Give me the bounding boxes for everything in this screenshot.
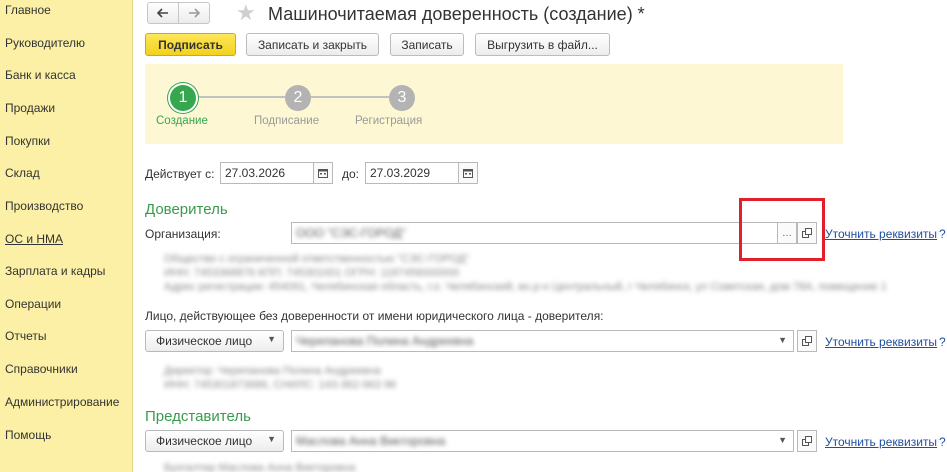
sidebar-item-main[interactable]: Главное — [5, 3, 51, 17]
valid-to-input[interactable]: 27.03.2029 — [365, 162, 463, 184]
sidebar-item-directories[interactable]: Справочники — [5, 362, 78, 376]
clarify-details-link[interactable]: Уточнить реквизиты — [825, 227, 937, 241]
sidebar-item-bank[interactable]: Банк и касса — [5, 68, 76, 82]
sidebar-item-help[interactable]: Помощь — [5, 428, 51, 442]
sidebar-item-sales[interactable]: Продажи — [5, 101, 55, 115]
valid-to-label: до: — [342, 167, 360, 181]
valid-from-label: Действует с: — [145, 167, 215, 181]
steps-panel: 1 2 3 Создание Подписание Регистрация — [145, 64, 843, 144]
open-button[interactable] — [797, 430, 817, 452]
signatory-type-value: Физическое лицо — [156, 334, 253, 348]
page-title: Машиночитаемая доверенность (создание) * — [268, 4, 645, 24]
select-button[interactable]: … — [777, 222, 797, 244]
step-2-circle: 2 — [285, 85, 311, 111]
signatory-input[interactable]: Черепанова Полина Андреевна ▼ — [291, 330, 794, 352]
sign-button[interactable]: Подписать — [145, 33, 236, 56]
representative-input[interactable]: Маслова Анна Викторовна ▼ — [291, 430, 794, 452]
representative-heading: Представитель — [145, 408, 251, 425]
clarify-details-link[interactable]: Уточнить реквизиты — [825, 335, 937, 349]
sidebar-item-production[interactable]: Производство — [5, 199, 83, 213]
step-connector — [196, 96, 285, 98]
representative-type-select[interactable]: Физическое лицо ▼ — [145, 430, 284, 452]
calendar-button[interactable] — [458, 162, 478, 184]
chevron-down-icon: ▼ — [267, 434, 276, 444]
help-icon[interactable]: ? — [939, 227, 946, 241]
calendar-icon — [463, 169, 473, 178]
organization-label: Организация: — [145, 227, 221, 241]
representative-value: Маслова Анна Викторовна — [296, 434, 446, 448]
step-2-label: Подписание — [254, 115, 320, 127]
sidebar-item-operations[interactable]: Операции — [5, 297, 61, 311]
save-button[interactable]: Записать — [390, 33, 464, 56]
organization-value: ООО "СЭС-ГОРОД" — [296, 226, 406, 240]
sidebar-item-admin[interactable]: Администрирование — [5, 395, 119, 409]
help-icon[interactable]: ? — [939, 435, 946, 449]
open-button[interactable] — [797, 330, 817, 352]
organization-input[interactable]: ООО "СЭС-ГОРОД" — [291, 222, 778, 244]
signatory-value: Черепанова Полина Андреевна — [296, 334, 474, 348]
chevron-down-icon: ▼ — [778, 335, 787, 345]
open-window-icon — [802, 336, 812, 346]
open-window-icon — [802, 228, 812, 238]
representative-details: Бухгалтер Маслова Анна Викторовна — [164, 462, 356, 472]
org-details-line-3: Адрес регистрации: 454091, Челябинская о… — [164, 281, 887, 293]
sidebar-item-salary[interactable]: Зарплата и кадры — [5, 264, 105, 278]
help-icon[interactable]: ? — [939, 335, 946, 349]
calendar-icon — [318, 169, 328, 178]
valid-from-input[interactable]: 27.03.2026 — [220, 162, 318, 184]
forward-button[interactable] — [178, 2, 210, 24]
sidebar-item-assets[interactable]: ОС и НМА — [5, 232, 63, 246]
step-3-label: Регистрация — [355, 115, 423, 127]
arrow-left-icon — [157, 8, 168, 18]
sidebar-item-manager[interactable]: Руководителю — [5, 36, 85, 50]
save-and-close-button[interactable]: Записать и закрыть — [246, 33, 379, 56]
sidebar-item-warehouse[interactable]: Склад — [5, 166, 40, 180]
navigation-group: ★ Машиночитаемая доверенность (создание)… — [147, 0, 645, 26]
step-connector — [311, 96, 389, 98]
signatory-type-select[interactable]: Физическое лицо ▼ — [145, 330, 284, 352]
principal-heading: Доверитель — [145, 201, 228, 218]
open-button[interactable] — [797, 222, 817, 244]
sidebar-item-reports[interactable]: Отчеты — [5, 329, 46, 343]
signatory-details-line-2: ИНН: 745301873686, СНИЛС: 143-362-963 96 — [164, 379, 397, 391]
export-button[interactable]: Выгрузить в файл... — [475, 33, 610, 56]
sidebar: Главное Руководителю Банк и касса Продаж… — [0, 0, 133, 472]
org-details-line-2: ИНН: 7453368876 КПП: 745301001 ОГРН: 118… — [164, 267, 460, 279]
chevron-down-icon: ▼ — [267, 334, 276, 344]
org-details-line-1: Общество с ограниченной ответственностью… — [164, 253, 470, 265]
signatory-details-line-1: Директор: Черепанова Полина Андреевна — [164, 365, 381, 377]
calendar-button[interactable] — [313, 162, 333, 184]
sidebar-item-purchases[interactable]: Покупки — [5, 134, 50, 148]
step-1-label: Создание — [156, 115, 208, 127]
back-button[interactable] — [147, 2, 179, 24]
step-1-circle: 1 — [170, 85, 196, 111]
representative-type-value: Физическое лицо — [156, 434, 253, 448]
open-window-icon — [802, 436, 812, 446]
step-3-circle: 3 — [389, 85, 415, 111]
chevron-down-icon: ▼ — [778, 435, 787, 445]
ellipsis-icon: … — [782, 227, 792, 239]
clarify-details-link[interactable]: Уточнить реквизиты — [825, 435, 937, 449]
arrow-right-icon — [189, 8, 200, 18]
star-icon[interactable]: ★ — [236, 0, 256, 26]
signatory-label: Лицо, действующее без доверенности от им… — [145, 309, 604, 323]
main-area: ★ Машиночитаемая доверенность (создание)… — [134, 0, 947, 472]
